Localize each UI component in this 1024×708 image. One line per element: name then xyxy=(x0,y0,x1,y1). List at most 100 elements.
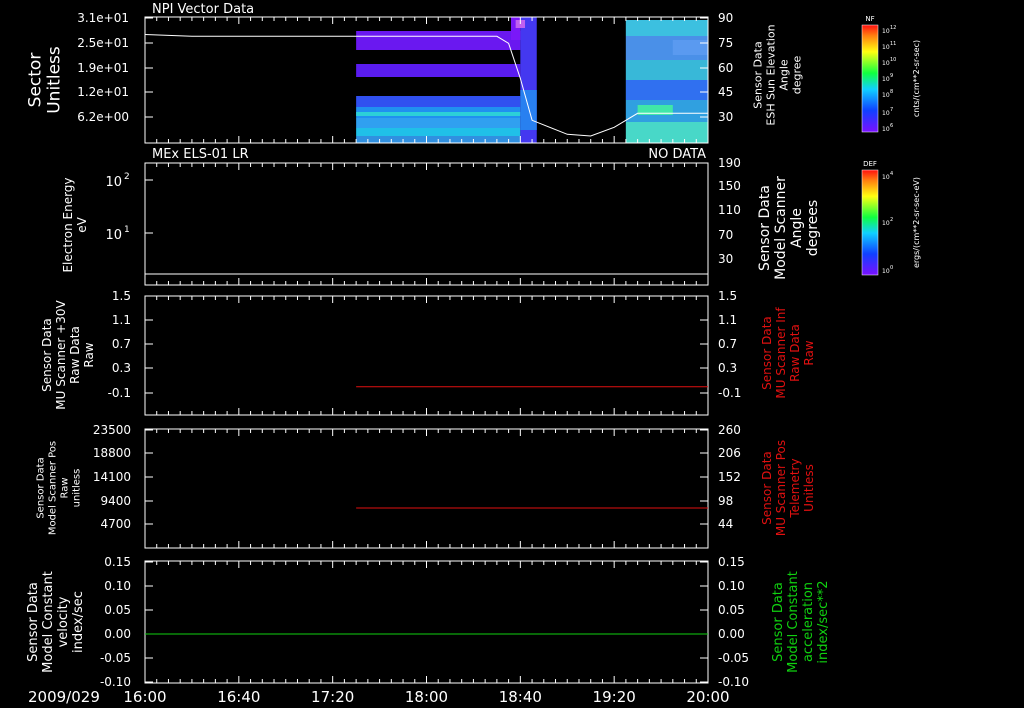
heatmap-cell xyxy=(520,90,537,130)
axis-title-line: index/sec**2 xyxy=(816,580,831,663)
colorbar-title: DEF xyxy=(863,160,877,168)
colorbar-unit: ergs/(cm**2-sr-sec-eV) xyxy=(912,177,921,268)
axis-title-line: Sensor Data xyxy=(771,582,786,662)
colorbar-tick-exp: 8 xyxy=(890,89,893,95)
y-tick-exponent: 1 xyxy=(124,225,130,235)
axis-title-line: Raw Data xyxy=(68,326,82,384)
y-tick-label: 1.2e+01 xyxy=(77,85,129,99)
axis-title-line: velocity xyxy=(56,596,71,647)
axis-title-line: Raw xyxy=(802,340,816,365)
y-axis-title: Electron Energy eV xyxy=(61,177,89,272)
axis-title-line: Angle xyxy=(777,59,790,91)
panel-frame xyxy=(144,295,709,416)
heatmap-cell xyxy=(356,112,521,116)
y2-tick-label: 190 xyxy=(718,156,741,170)
colorbar xyxy=(861,24,879,133)
y-axis-title: Sensor Data Model Constant velocity index/s… xyxy=(26,571,86,673)
y-tick-label: 6.2e+00 xyxy=(77,110,129,124)
y2-axis-title: Sensor Data MU Scanner Inf Raw Data Raw xyxy=(760,307,816,399)
y2-axis-title: Sensor Data ESH Sun Elevation Angle degree xyxy=(751,24,803,125)
plot-canvas: NPI Vector Data 3.1e+01 2.5e+01 1.9e+01 1.2e… xyxy=(25,2,921,706)
y2-tick-label: 0.05 xyxy=(718,603,745,617)
y-tick-label: 4700 xyxy=(100,517,131,531)
axis-title-line: Telemetry xyxy=(788,458,802,518)
y2-tick-label: 152 xyxy=(718,470,741,484)
axis-title-line: Angle xyxy=(789,208,805,248)
y2-tick-label: 30 xyxy=(718,252,733,266)
axis-title-line: Sector xyxy=(25,53,45,108)
x-tick-label: 18:00 xyxy=(405,688,448,706)
heatmap-cell xyxy=(356,31,521,50)
panel-title: MEx ELS-01 LR xyxy=(152,147,249,162)
y2-tick-label: 0.3 xyxy=(718,361,737,375)
y2-tick-label: -0.10 xyxy=(718,675,749,689)
heatmap-cell xyxy=(672,40,708,55)
heatmap-cell xyxy=(625,20,708,36)
colorbar-tick-label: 10 xyxy=(882,126,890,133)
axis-title-line: Sensor Data xyxy=(26,582,41,662)
y2-tick-label: 45 xyxy=(718,85,733,99)
heatmap-cell xyxy=(625,80,708,100)
axis-title-line: Sensor Data xyxy=(760,451,774,525)
y2-axis-title: Sensor Data Model Constant acceleration ind… xyxy=(771,571,831,673)
x-tick-label: 19:20 xyxy=(593,688,636,706)
axis-title-line: MU Scanner +30V xyxy=(54,300,68,410)
y2-tick-label: 206 xyxy=(718,446,741,460)
axis-title-line: Model Scanner xyxy=(773,176,789,280)
colorbar-title: NF xyxy=(865,15,874,23)
x-tick-label: 17:20 xyxy=(311,688,354,706)
y2-tick-label: 60 xyxy=(718,61,733,75)
axis-title-line: index/sec xyxy=(71,591,86,653)
axis-title-line: Sensor Data xyxy=(40,318,54,392)
colorbar-tick-label: 10 xyxy=(882,28,890,35)
axis-title-line: Unitless xyxy=(802,464,816,512)
axis-title-line: Unitless xyxy=(44,46,64,114)
axis-title-line: Model Constant xyxy=(41,571,56,673)
x-tick-label: 16:40 xyxy=(217,688,260,706)
y-tick-label: -0.1 xyxy=(108,386,131,400)
axis-title-line: Raw xyxy=(82,342,96,367)
y2-tick-label: 30 xyxy=(718,110,733,124)
y2-axis-title: Sensor Data Model Scanner Angle degrees xyxy=(757,176,821,280)
heatmap-cell xyxy=(356,64,521,77)
axis-title-line: Raw xyxy=(60,477,71,498)
colorbar-tick-label: 10 xyxy=(882,220,890,227)
y2-tick-label: 0.7 xyxy=(718,337,737,351)
y-tick-label: 14100 xyxy=(93,470,131,484)
y2-tick-label: 90 xyxy=(718,11,733,25)
axis-title-line: eV xyxy=(75,216,89,232)
y-tick-label: -0.10 xyxy=(100,675,131,689)
colorbar-tick-exp: 9 xyxy=(890,73,893,79)
x-tick-label: 20:00 xyxy=(686,688,729,706)
axis-title-line: Sensor Data xyxy=(757,185,773,271)
y2-axis-title: Sensor Data MU Scanner Pos Telemetry Unitle… xyxy=(760,440,816,536)
y-tick-label: 0.3 xyxy=(112,361,131,375)
y-tick-label: 10 xyxy=(105,228,122,243)
axis-title-line: unitless xyxy=(72,469,83,508)
y2-tick-label: 0.00 xyxy=(718,627,745,641)
colorbar-tick-exp: 12 xyxy=(890,25,896,31)
heatmap-cell xyxy=(625,122,708,143)
y-tick-exponent: 2 xyxy=(124,172,130,182)
colorbar-tick-exp: 6 xyxy=(890,123,893,129)
axis-title-line: MU Scanner Pos xyxy=(774,440,788,536)
axis-title-line: Model Scanner Pos xyxy=(48,441,59,535)
y-tick-label: 1.5 xyxy=(112,289,131,303)
y2-tick-label: 44 xyxy=(718,517,733,531)
colorbar-tick-exp: 10 xyxy=(890,57,896,63)
y-tick-label: 1.1 xyxy=(112,313,131,327)
axis-title-line: ergs/(cm**2-sr-sec-eV) xyxy=(912,177,921,268)
colorbar-tick-exp: 4 xyxy=(890,171,893,177)
heatmap-cell xyxy=(356,118,521,128)
axis-title-line: Model Constant xyxy=(786,571,801,673)
y-tick-label: 0.7 xyxy=(112,337,131,351)
colorbar-tick-label: 10 xyxy=(882,60,890,67)
panel-frame xyxy=(144,162,709,286)
no-data-status: NO DATA xyxy=(648,147,706,162)
x-tick-label: 18:40 xyxy=(499,688,542,706)
y-axis-title: Sensor Data MU Scanner +30V Raw Data Raw xyxy=(40,300,96,410)
y2-tick-label: 70 xyxy=(718,228,733,242)
colorbar-tick-exp: 2 xyxy=(890,217,893,223)
y-tick-label: 2.5e+01 xyxy=(77,36,129,50)
colorbar-tick-label: 10 xyxy=(882,76,890,83)
